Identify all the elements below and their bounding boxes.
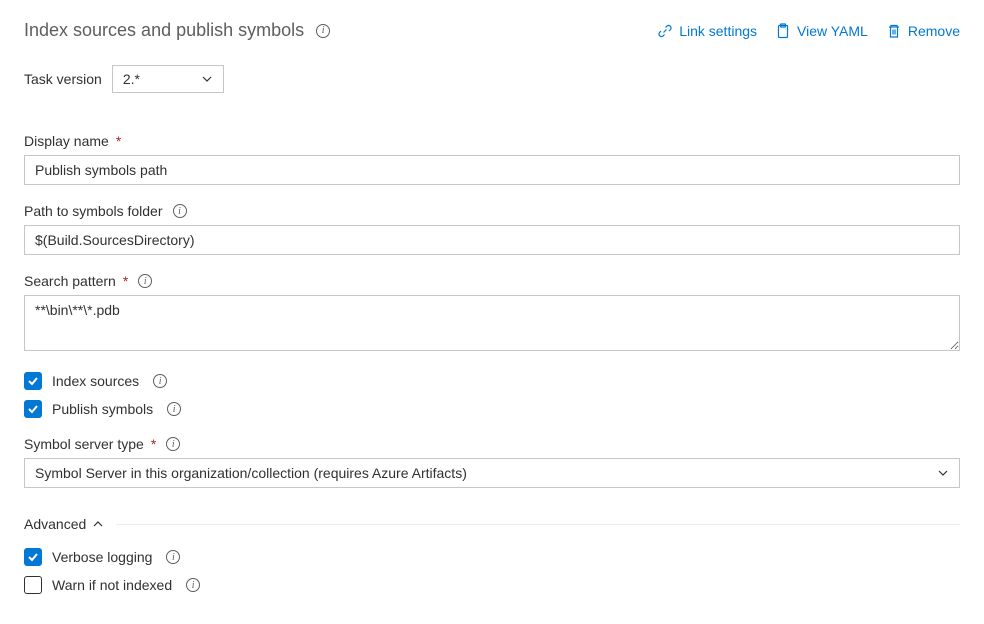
chevron-up-icon: [92, 518, 104, 530]
check-icon: [27, 375, 39, 387]
index-sources-checkbox[interactable]: [24, 372, 42, 390]
symbol-server-type-select[interactable]: Symbol Server in this organization/colle…: [24, 458, 960, 488]
link-settings-button[interactable]: Link settings: [657, 23, 757, 39]
advanced-section-title: Advanced: [24, 516, 86, 532]
info-icon[interactable]: i: [316, 24, 330, 38]
info-icon[interactable]: i: [166, 550, 180, 564]
publish-symbols-checkbox[interactable]: [24, 400, 42, 418]
symbols-folder-input[interactable]: [24, 225, 960, 255]
display-name-input[interactable]: [24, 155, 960, 185]
symbols-folder-label: Path to symbols folder: [24, 203, 163, 219]
warn-if-not-indexed-label: Warn if not indexed: [52, 577, 172, 593]
remove-label: Remove: [908, 23, 960, 39]
info-icon[interactable]: i: [186, 578, 200, 592]
symbol-server-type-label: Symbol server type: [24, 436, 144, 452]
symbol-server-type-value: Symbol Server in this organization/colle…: [35, 465, 467, 481]
required-marker: *: [116, 133, 121, 149]
search-pattern-label: Search pattern: [24, 273, 116, 289]
chevron-down-icon: [937, 467, 949, 479]
index-sources-label: Index sources: [52, 373, 139, 389]
remove-button[interactable]: Remove: [886, 23, 960, 39]
info-icon[interactable]: i: [173, 204, 187, 218]
task-version-label: Task version: [24, 71, 102, 87]
display-name-label: Display name: [24, 133, 109, 149]
check-icon: [27, 551, 39, 563]
link-icon: [657, 23, 673, 39]
verbose-logging-label: Verbose logging: [52, 549, 152, 565]
verbose-logging-checkbox[interactable]: [24, 548, 42, 566]
task-version-select[interactable]: 2.*: [112, 65, 224, 93]
info-icon[interactable]: i: [167, 402, 181, 416]
required-marker: *: [151, 436, 156, 452]
publish-symbols-label: Publish symbols: [52, 401, 153, 417]
clipboard-icon: [775, 23, 791, 39]
view-yaml-label: View YAML: [797, 23, 868, 39]
view-yaml-button[interactable]: View YAML: [775, 23, 868, 39]
advanced-section-toggle[interactable]: Advanced: [24, 516, 960, 532]
warn-if-not-indexed-checkbox[interactable]: [24, 576, 42, 594]
link-settings-label: Link settings: [679, 23, 757, 39]
check-icon: [27, 403, 39, 415]
task-version-value: 2.*: [123, 71, 140, 87]
info-icon[interactable]: i: [138, 274, 152, 288]
page-title: Index sources and publish symbols: [24, 20, 304, 41]
info-icon[interactable]: i: [153, 374, 167, 388]
chevron-down-icon: [201, 73, 213, 85]
search-pattern-input[interactable]: [24, 295, 960, 351]
section-divider: [116, 524, 960, 525]
required-marker: *: [123, 273, 128, 289]
info-icon[interactable]: i: [166, 437, 180, 451]
trash-icon: [886, 23, 902, 39]
